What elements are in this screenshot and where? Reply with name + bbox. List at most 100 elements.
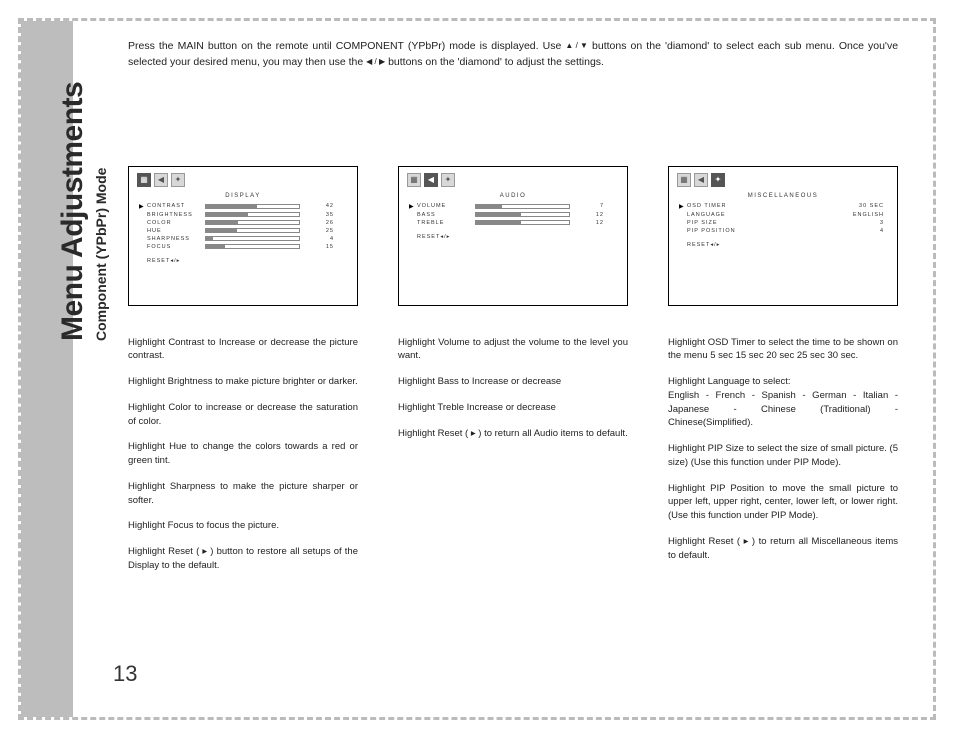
- display-tab-icon: ▦: [137, 173, 151, 187]
- osd-row: ▶ VOLUME 7: [407, 203, 619, 210]
- osd-label: TREBLE: [417, 220, 475, 226]
- slider-track: [475, 212, 570, 217]
- slider-track: [205, 212, 300, 217]
- desc-text: Highlight Bass to Increase or decrease: [398, 375, 628, 389]
- osd-row: BRIGHTNESS 35: [137, 212, 349, 218]
- slider-fill: [206, 237, 213, 240]
- slider-track: [475, 204, 570, 209]
- slider-fill: [206, 205, 257, 208]
- slider-track: [205, 228, 300, 233]
- osd-row: PIP POSITION 4: [677, 228, 889, 234]
- slider-track: [205, 236, 300, 241]
- osd-row: LANGUAGE ENGLISH: [677, 212, 889, 218]
- display-tab-icon: ▦: [407, 173, 421, 187]
- desc-text: Highlight Sharpness to make the picture …: [128, 480, 358, 508]
- osd-row: ▶ CONTRAST 42: [137, 203, 349, 210]
- misc-osd-panel: ▦ ◀ ✦ MISCELLANEOUS ▶ OSD TIMER 30 SEC L…: [668, 166, 898, 306]
- osd-value: 4: [300, 236, 334, 242]
- page-content: Menu Adjustments Component (YPbPr) Mode …: [21, 21, 933, 717]
- osd-row: SHARPNESS 4: [137, 236, 349, 242]
- slider-fill: [476, 213, 521, 216]
- page-number: 13: [113, 661, 137, 687]
- misc-descriptions: Highlight OSD Timer to select the time t…: [668, 336, 898, 563]
- desc-text: Highlight Reset ( ▸ ) to return all Misc…: [668, 535, 898, 563]
- osd-label: VOLUME: [417, 203, 475, 209]
- sidebar: Menu Adjustments Component (YPbPr) Mode: [21, 21, 73, 717]
- osd-label: OSD TIMER: [687, 203, 745, 209]
- display-descriptions: Highlight Contrast to Increase or decrea…: [128, 336, 358, 573]
- osd-value: 30 SEC: [745, 203, 889, 209]
- misc-tab-icon: ✦: [711, 173, 725, 187]
- pointer-icon: ▶: [679, 203, 685, 210]
- osd-title: MISCELLANEOUS: [677, 193, 889, 199]
- osd-label: BASS: [417, 212, 475, 218]
- osd-value: 12: [570, 212, 604, 218]
- pointer-icon: ▶: [409, 203, 415, 210]
- osd-value: 3: [745, 220, 889, 226]
- osd-label: PIP SIZE: [687, 220, 745, 226]
- slider-track: [205, 204, 300, 209]
- osd-label: PIP POSITION: [687, 228, 745, 234]
- osd-label: FOCUS: [147, 244, 205, 250]
- osd-label: SHARPNESS: [147, 236, 205, 242]
- osd-label: CONTRAST: [147, 203, 205, 209]
- slider-fill: [206, 221, 238, 224]
- osd-value: 25: [300, 228, 334, 234]
- osd-value: 15: [300, 244, 334, 250]
- desc-text: Highlight Reset ( ▸ ) button to restore …: [128, 545, 358, 573]
- osd-tabs: ▦ ◀ ✦: [407, 173, 619, 187]
- osd-value: 26: [300, 220, 334, 226]
- osd-value: 4: [745, 228, 889, 234]
- osd-title: DISPLAY: [137, 193, 349, 199]
- audio-descriptions: Highlight Volume to adjust the volume to…: [398, 336, 628, 441]
- desc-text: Highlight PIP Size to select the size of…: [668, 442, 898, 470]
- slider-fill: [206, 245, 225, 248]
- osd-row: FOCUS 15: [137, 244, 349, 250]
- intro-part-2: buttons on the 'diamond' to select each: [592, 40, 780, 52]
- display-osd-panel: ▦ ◀ ✦ DISPLAY ▶ CONTRAST 42 BRIGHTNESS: [128, 166, 358, 306]
- desc-text: Highlight Brightness to make picture bri…: [128, 375, 358, 389]
- osd-row: COLOR 26: [137, 220, 349, 226]
- desc-text: Highlight Contrast to Increase or decrea…: [128, 336, 358, 364]
- display-tab-icon: ▦: [677, 173, 691, 187]
- osd-tabs: ▦ ◀ ✦: [677, 173, 889, 187]
- osd-reset: RESET◂/▸: [407, 234, 619, 240]
- osd-reset: RESET◂/▸: [137, 258, 349, 264]
- osd-value: ENGLISH: [745, 212, 889, 218]
- desc-text: Highlight Language to select: English - …: [668, 375, 898, 430]
- desc-text: Highlight Focus to focus the picture.: [128, 519, 358, 533]
- osd-label: COLOR: [147, 220, 205, 226]
- osd-value: 7: [570, 203, 604, 209]
- desc-text: Highlight Reset ( ▸ ) to return all Audi…: [398, 427, 628, 441]
- slider-track: [475, 220, 570, 225]
- slider-track: [205, 220, 300, 225]
- osd-row: TREBLE 12: [407, 220, 619, 226]
- osd-label: HUE: [147, 228, 205, 234]
- desc-text: Highlight Hue to change the colors towar…: [128, 440, 358, 468]
- intro-part-1: Press the MAIN button on the remote unti…: [128, 40, 561, 52]
- osd-row: ▶ OSD TIMER 30 SEC: [677, 203, 889, 210]
- audio-osd-panel: ▦ ◀ ✦ AUDIO ▶ VOLUME 7 BASS 12: [398, 166, 628, 306]
- up-down-icon: ▲ / ▼: [565, 40, 588, 52]
- slider-fill: [476, 221, 521, 224]
- osd-row: HUE 25: [137, 228, 349, 234]
- left-right-icon: ◀ / ▶: [366, 56, 385, 68]
- slider-fill: [206, 213, 248, 216]
- osd-label: BRIGHTNESS: [147, 212, 205, 218]
- desc-text: Highlight OSD Timer to select the time t…: [668, 336, 898, 364]
- osd-row: PIP SIZE 3: [677, 220, 889, 226]
- pointer-icon: ▶: [139, 203, 145, 210]
- audio-tab-icon: ◀: [424, 173, 438, 187]
- osd-value: 35: [300, 212, 334, 218]
- misc-tab-icon: ✦: [441, 173, 455, 187]
- main-area: Press the MAIN button on the remote unti…: [73, 21, 933, 717]
- audio-tab-icon: ◀: [694, 173, 708, 187]
- osd-tabs: ▦ ◀ ✦: [137, 173, 349, 187]
- display-column: ▦ ◀ ✦ DISPLAY ▶ CONTRAST 42 BRIGHTNESS: [128, 166, 358, 585]
- osd-value: 42: [300, 203, 334, 209]
- desc-text: Highlight Color to increase or decrease …: [128, 401, 358, 429]
- misc-tab-icon: ✦: [171, 173, 185, 187]
- desc-text: Highlight Treble Increase or decrease: [398, 401, 628, 415]
- osd-label: LANGUAGE: [687, 212, 745, 218]
- panels-row: ▦ ◀ ✦ DISPLAY ▶ CONTRAST 42 BRIGHTNESS: [128, 166, 898, 585]
